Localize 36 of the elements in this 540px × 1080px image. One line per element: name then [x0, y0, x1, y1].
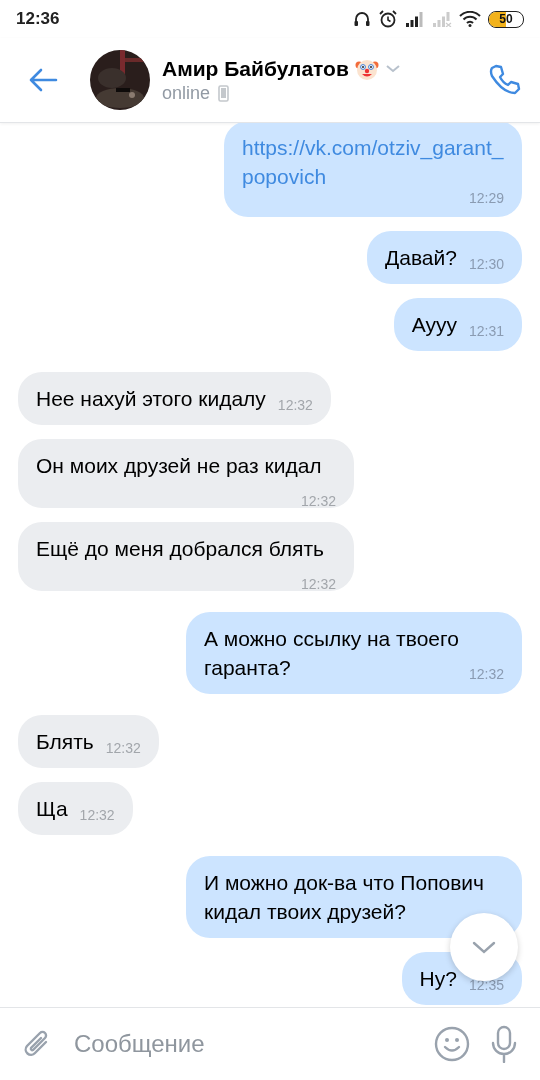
message-time: 12:29 [468, 191, 504, 205]
message-text: Он моих друзей не раз кидал [36, 454, 322, 477]
headphones-icon [353, 10, 371, 28]
chevron-down-icon[interactable] [471, 939, 497, 955]
phone-device-icon [218, 84, 230, 102]
alarm-icon [378, 9, 398, 29]
status-time: 12:36 [16, 9, 60, 29]
chevron-down-icon[interactable] [384, 63, 401, 74]
signal-icon [405, 11, 425, 27]
message-text: Давай? [385, 246, 457, 269]
message-text: А можно ссылку на твоего гаранта? [204, 627, 459, 679]
message-time: 12:32 [105, 740, 141, 756]
message-time: 12:32 [277, 397, 313, 413]
message-text: Ещё до меня добрался блять [36, 537, 325, 560]
message-text: Ну? [419, 967, 457, 990]
back-icon[interactable] [28, 68, 58, 92]
message-input[interactable]: Сообщение [72, 1029, 414, 1059]
message-text: И можно док-ва что Попович кидал твоих друзей? [204, 871, 484, 923]
message-text: Нее нахуй этого кидалу [36, 387, 266, 410]
signal-icon [432, 11, 452, 27]
message-text: Аууу [411, 313, 457, 336]
contact-name[interactable]: Амир Байбулатов [162, 56, 349, 81]
message-time: 12:35 [468, 977, 504, 993]
message-time: 12:32 [79, 807, 115, 823]
message-time: 12:30 [468, 256, 504, 272]
message-time: 12:32 [300, 493, 336, 509]
microphone-icon[interactable] [490, 1025, 518, 1063]
message-time: 12:31 [468, 323, 504, 339]
message-text: Ща [36, 797, 68, 820]
message-time: 12:32 [300, 576, 336, 592]
smiley-icon[interactable] [434, 1026, 470, 1062]
online-status: online [162, 82, 211, 104]
wifi-icon [459, 11, 481, 27]
phone-call-icon[interactable] [488, 63, 522, 97]
message-time: 12:32 [468, 666, 504, 682]
message-text: Блять [36, 730, 94, 753]
